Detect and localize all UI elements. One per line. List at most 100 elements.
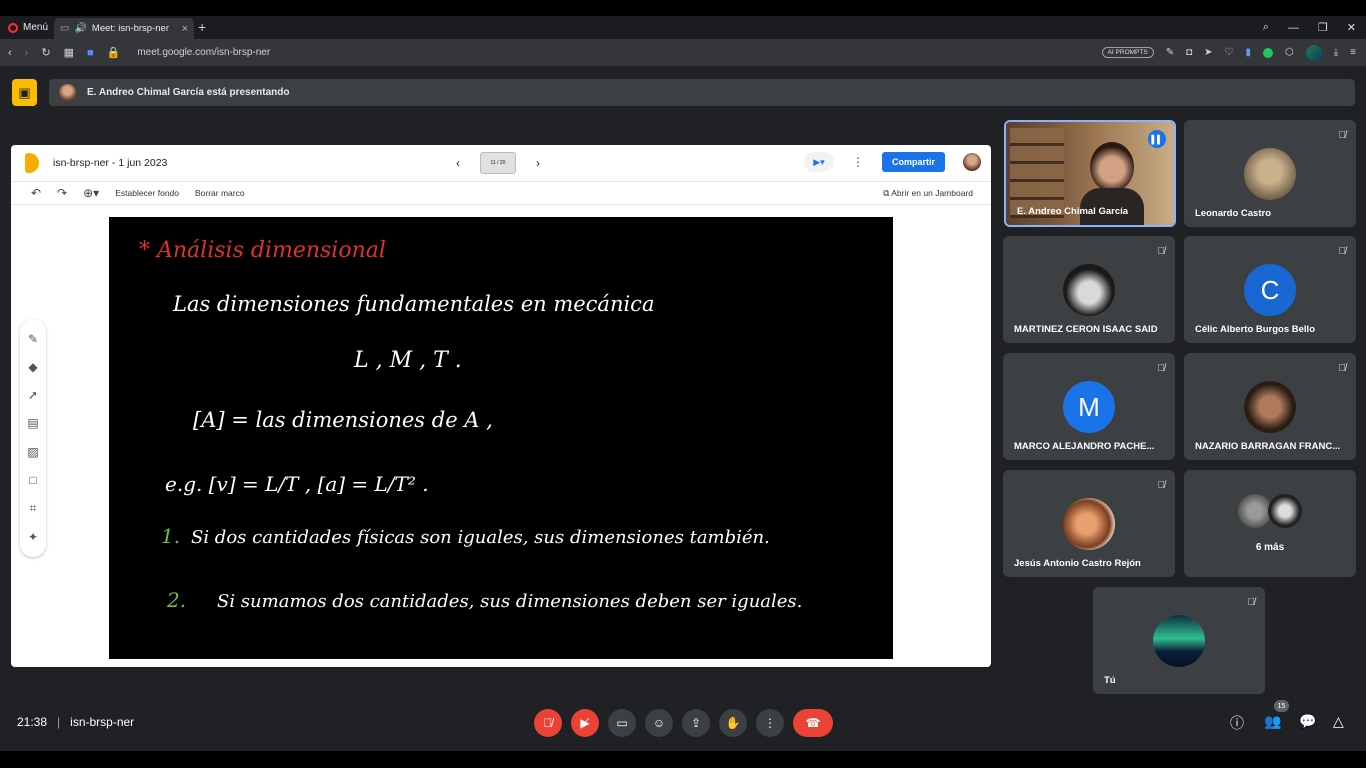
sticky-note-icon[interactable]: ▤: [27, 416, 38, 430]
bookshelf-video-detail: [1010, 128, 1064, 218]
participant-tile[interactable]: 🎙̸ Leonardo Castro: [1184, 120, 1356, 227]
profile-avatar[interactable]: [1305, 44, 1322, 61]
document-icon[interactable]: ▮: [1245, 47, 1251, 58]
new-tab-icon[interactable]: +: [198, 19, 206, 35]
extensions-icon[interactable]: ⬡: [1285, 47, 1294, 58]
more-participants-tile[interactable]: 6 más: [1184, 470, 1356, 577]
participant-avatar: C: [1244, 264, 1296, 316]
board-item-2-number: 2.: [166, 588, 186, 612]
participant-avatar: [1244, 148, 1296, 200]
meet-icon[interactable]: ▶▾: [803, 152, 834, 172]
participant-name: MARCO ALEJANDRO PACHE...: [1014, 441, 1155, 452]
end-call-button[interactable]: ☎: [793, 709, 833, 737]
easy-setup-icon[interactable]: ≡: [1350, 47, 1356, 58]
participant-name: Célic Alberto Burgos Bello: [1195, 324, 1315, 335]
present-button[interactable]: ⇪: [682, 709, 710, 737]
chat-icon[interactable]: 💬: [1299, 713, 1316, 730]
back-icon[interactable]: ‹: [8, 47, 12, 59]
zoom-icon[interactable]: ⊕▾: [83, 186, 99, 200]
heart-icon[interactable]: ♡: [1225, 47, 1234, 58]
mic-toggle-button[interactable]: 🎙̸: [534, 709, 562, 737]
board-line-4: e.g. [v] = L/T , [a] = L/T² .: [165, 472, 429, 496]
redo-icon[interactable]: ↷: [57, 186, 67, 200]
participant-avatar: M: [1063, 381, 1115, 433]
activities-icon[interactable]: △: [1333, 713, 1344, 730]
screen: Menú ▭ 🔊 Meet: isn-brsp-ner × + ⌕ — ❐ ✕ …: [0, 0, 1366, 768]
grammarly-icon[interactable]: [1263, 47, 1273, 58]
mic-off-icon: 🎙̸: [1157, 246, 1166, 257]
participant-name: E. Andreo Chimal García: [1017, 206, 1129, 217]
camera-toggle-button[interactable]: ▶̸: [571, 709, 599, 737]
camera-indicator-icon[interactable]: ■: [87, 47, 94, 59]
text-box-icon[interactable]: ⌗: [30, 501, 37, 516]
jamboard-user-avatar[interactable]: [963, 153, 981, 171]
jamboard-toolbar: ↶ ↷ ⊕▾ Establecer fondo Borrar marco ⧉ A…: [11, 181, 991, 205]
eraser-icon[interactable]: ◆: [28, 360, 37, 374]
tabs-grid-icon[interactable]: ▦: [64, 46, 74, 59]
meeting-details-icon[interactable]: ⓘ: [1230, 713, 1244, 733]
presenter-head-video: [1090, 142, 1134, 192]
whiteboard-canvas[interactable]: * Análisis dimensional Las dimensiones f…: [109, 217, 893, 659]
snapshot-icon[interactable]: ◘: [1186, 47, 1192, 58]
captions-button[interactable]: ▭: [608, 709, 636, 737]
next-frame-icon[interactable]: ›: [536, 156, 540, 170]
board-item-1: Si dos cantidades físicas son iguales, s…: [191, 527, 770, 548]
participant-tile[interactable]: 🎙̸ M MARCO ALEJANDRO PACHE...: [1003, 353, 1175, 460]
tab-audio-icon[interactable]: 🔊: [74, 23, 86, 34]
download-icon[interactable]: ⤓: [1334, 47, 1338, 58]
people-icon[interactable]: 👥: [1264, 713, 1281, 730]
participant-count-badge: 15: [1274, 700, 1289, 712]
url-field[interactable]: meet.google.com/isn-brsp-ner: [137, 47, 270, 58]
share-button[interactable]: Compartir: [881, 152, 945, 172]
window-close-icon[interactable]: ✕: [1347, 21, 1356, 34]
mic-off-icon: 🎙̸: [1338, 246, 1347, 257]
board-item-1-number: 1.: [161, 524, 180, 548]
presenting-banner: E. Andreo Chimal García está presentando: [49, 79, 1355, 106]
participant-tile[interactable]: 🎙̸ C Célic Alberto Burgos Bello: [1184, 236, 1356, 343]
opera-menu-button[interactable]: Menú: [0, 16, 56, 39]
more-options-button[interactable]: ⋮: [756, 709, 784, 737]
browser-search-icon[interactable]: ⌕: [1263, 21, 1269, 34]
open-in-jamboard-button[interactable]: ⧉ Abrir en un Jamboard: [883, 188, 973, 199]
set-background-button[interactable]: Establecer fondo: [115, 188, 179, 198]
minimize-icon[interactable]: —: [1288, 22, 1299, 34]
more-options-icon[interactable]: ⋮: [852, 155, 864, 169]
image-icon[interactable]: ▨: [27, 445, 38, 459]
shape-icon[interactable]: □: [29, 473, 36, 487]
open-jamboard-label: Abrir en un Jamboard: [891, 188, 973, 198]
edit-icon[interactable]: ✎: [1166, 47, 1174, 58]
presentation-icon[interactable]: ▣: [12, 79, 37, 106]
raise-hand-button[interactable]: ✋: [719, 709, 747, 737]
participant-tile[interactable]: 🎙̸ NAZARIO BARRAGAN FRANC...: [1184, 353, 1356, 460]
shared-screen-jamboard: isn-brsp-ner - 1 jun 2023 ‹ 11 / 20 › ▶▾…: [11, 145, 991, 667]
send-icon[interactable]: ➤: [1204, 47, 1212, 58]
select-icon[interactable]: ➚: [28, 388, 38, 402]
clear-frame-button[interactable]: Borrar marco: [195, 188, 245, 198]
undo-icon[interactable]: ↶: [31, 186, 41, 200]
lock-icon[interactable]: 🔒: [107, 46, 121, 59]
jamboard-header: isn-brsp-ner - 1 jun 2023 ‹ 11 / 20 › ▶▾…: [11, 145, 991, 181]
reactions-button[interactable]: ☺: [645, 709, 673, 737]
self-name: Tú: [1104, 675, 1116, 686]
mic-off-icon: 🎙̸: [1157, 480, 1166, 491]
meeting-info: 21:38 | isn-brsp-ner: [17, 715, 134, 729]
browser-tab-meet[interactable]: ▭ 🔊 Meet: isn-brsp-ner ×: [54, 18, 194, 39]
participant-tile[interactable]: 🎙̸ MARTINEZ CERON ISAAC SAID: [1003, 236, 1175, 343]
prev-frame-icon[interactable]: ‹: [456, 156, 460, 170]
meeting-code: isn-brsp-ner: [70, 715, 135, 729]
frame-counter[interactable]: 11 / 20: [480, 152, 516, 174]
self-tile[interactable]: 🎙̸ Tú: [1093, 587, 1265, 694]
address-bar: ‹ › ↻ ▦ ■ 🔒 meet.google.com/isn-brsp-ner…: [0, 39, 1366, 66]
participant-tile-presenter[interactable]: ▌▌ E. Andreo Chimal García: [1004, 120, 1176, 227]
participant-avatar: [1063, 264, 1115, 316]
laser-icon[interactable]: ✦: [28, 530, 38, 544]
reload-icon[interactable]: ↻: [41, 46, 50, 59]
participant-tile[interactable]: 🎙̸ Jesús Antonio Castro Rejón: [1003, 470, 1175, 577]
restore-icon[interactable]: ❐: [1318, 21, 1328, 34]
mic-off-icon: 🎙̸: [1338, 363, 1347, 374]
forward-icon[interactable]: ›: [25, 47, 29, 59]
ai-prompts-button[interactable]: AI PROMPTS: [1101, 47, 1154, 58]
tab-window-icon: ▭: [60, 23, 70, 34]
pen-icon[interactable]: ✎: [28, 332, 38, 346]
tab-close-icon[interactable]: ×: [182, 23, 188, 35]
